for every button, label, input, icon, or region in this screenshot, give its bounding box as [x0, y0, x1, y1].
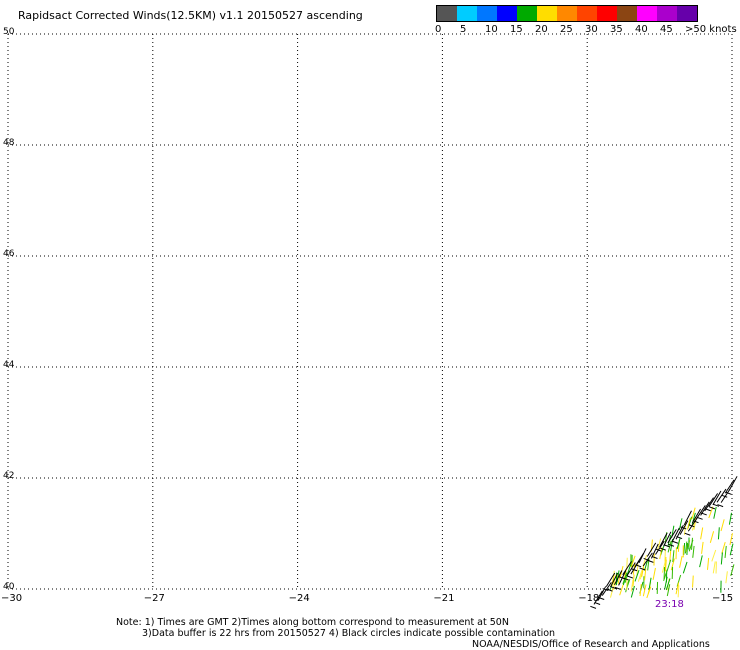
- wind-barb: [724, 545, 727, 558]
- latitude-label: 46: [3, 249, 15, 259]
- wind-barb: [709, 531, 715, 543]
- wind-barb: [696, 516, 703, 520]
- note-line-3: NOAA/NESDIS/Office of Research and Appli…: [472, 639, 710, 650]
- wind-barb: [724, 479, 735, 494]
- wind-barb: [663, 544, 670, 548]
- wind-barb: [696, 505, 706, 519]
- wind-barb: [700, 527, 704, 540]
- wind-barb: [679, 555, 683, 568]
- wind-map-plot: [7, 33, 738, 609]
- note-line-2: 3)Data buffer is 22 hrs from 20150527 4)…: [142, 628, 556, 639]
- longitude-label: −15: [712, 593, 734, 604]
- wind-barb: [683, 542, 686, 555]
- wind-barb: [672, 540, 679, 544]
- wind-barb: [627, 575, 634, 579]
- longitude-label: −21: [433, 593, 455, 604]
- wind-barb: [666, 559, 672, 572]
- note-line-1: Note: 1) Times are GMT 2)Times along bot…: [116, 617, 509, 628]
- map-grid: [7, 33, 733, 590]
- wind-barb: [683, 510, 692, 526]
- wind-barb: [701, 541, 704, 554]
- wind-barb: [682, 561, 688, 574]
- longitude-label: −27: [143, 593, 165, 604]
- wind-barb: [717, 527, 720, 540]
- longitude-label: −18: [578, 593, 600, 604]
- wind-barb: [729, 533, 733, 546]
- latitude-label: 40: [3, 582, 15, 592]
- longitude-label: −30: [1, 593, 23, 604]
- wind-barb: [686, 543, 688, 556]
- latitude-label: 48: [3, 138, 15, 148]
- wind-barb: [677, 585, 680, 598]
- wind-barb: [639, 584, 642, 597]
- wind-barb: [728, 512, 732, 525]
- wind-barb: [728, 476, 738, 491]
- wind-barb: [720, 519, 725, 532]
- latitude-label: 42: [3, 471, 15, 481]
- wind-barb: [590, 605, 597, 609]
- wind-barb: [729, 543, 734, 556]
- latitude-label: 44: [3, 360, 15, 370]
- wind-barb: [720, 552, 723, 565]
- wind-barb: [725, 571, 728, 584]
- wind-barb: [712, 561, 716, 574]
- wind-barb: [684, 532, 691, 536]
- longitude-label: −24: [288, 593, 310, 604]
- wind-barb: [692, 575, 694, 588]
- wind-barb: [707, 557, 710, 570]
- swath-time-label: 23:18: [655, 599, 684, 610]
- wind-barb: [639, 567, 646, 571]
- wind-barb: [711, 549, 717, 562]
- wind-barb: [692, 545, 695, 558]
- wind-barb: [721, 542, 726, 554]
- wind-barb: [699, 555, 703, 568]
- wind-barb: [652, 567, 656, 580]
- latitude-label: 50: [3, 27, 15, 37]
